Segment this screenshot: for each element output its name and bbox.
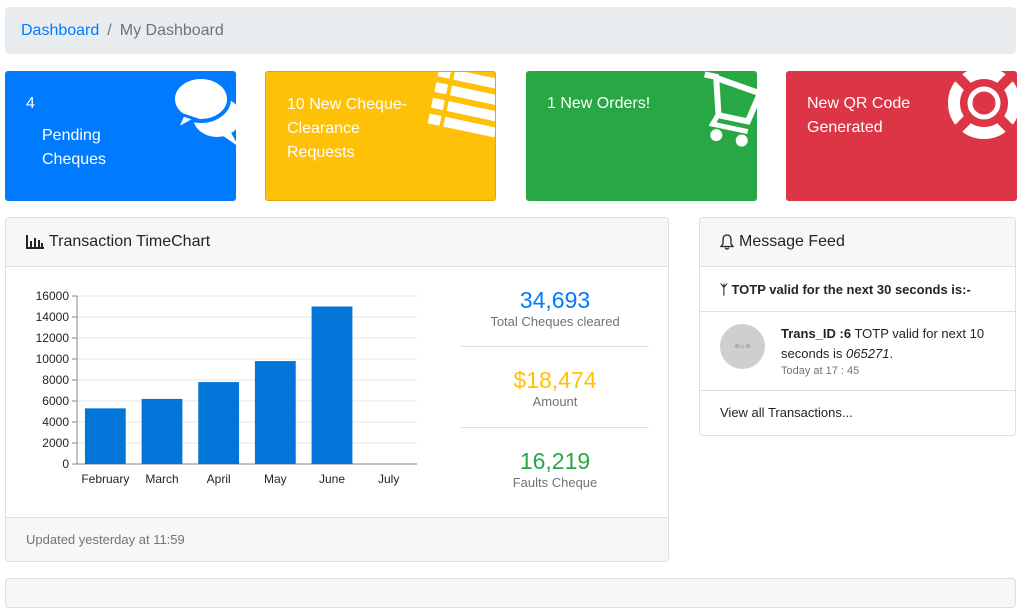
view-all-label: View all Transactions... [720, 405, 853, 420]
stat-label: Faults Cheque [512, 475, 598, 490]
card-label-line: Pending [42, 127, 101, 144]
stats-column: 34,693 Total Cheques cleared $18,474 Amo… [461, 267, 649, 508]
message-feed-panel: Message Feed ᛉ TOTP valid for the next 3… [699, 217, 1016, 436]
y-tick-label: 8000 [42, 373, 69, 387]
card-label-line: Clearance [287, 120, 360, 137]
card-label-line: New QR Code [807, 95, 911, 112]
card-text: 4 Pending Cheques [26, 92, 106, 172]
avatar: 45 x 45 [720, 324, 765, 369]
feed-item[interactable]: 45 x 45 Trans_ID :6 TOTP valid for next … [700, 312, 1015, 391]
avatar-placeholder-text: 45 x 45 [734, 343, 751, 350]
stat-label: Amount [532, 394, 578, 409]
bottom-panel [5, 578, 1016, 608]
bar-chart-icon [26, 235, 44, 249]
x-tick-label: June [319, 472, 345, 486]
feed-item-time: Today at 17 : 45 [781, 365, 860, 377]
breadcrumb-dashboard-link[interactable]: Dashboard [21, 22, 99, 40]
feed-subheader: ᛉ TOTP valid for the next 30 seconds is:… [700, 267, 1015, 312]
y-tick-label: 12000 [36, 331, 70, 345]
y-tick-label: 4000 [42, 415, 69, 429]
card-text: New QR Code Generated [807, 92, 910, 140]
y-tick-label: 6000 [42, 394, 69, 408]
card-label-line: Generated [807, 119, 883, 136]
y-tick-label: 10000 [36, 352, 70, 366]
bar-april[interactable] [198, 382, 240, 464]
comments-icon [171, 75, 236, 145]
life-ring-icon [948, 71, 1017, 139]
bar-june[interactable] [311, 306, 353, 465]
stat-block: 34,693 Total Cheques cleared [461, 267, 649, 347]
transaction-chart-panel: Transaction TimeChart 0 2000 4000 6000 8000 1… [5, 217, 669, 562]
bar-february[interactable] [84, 408, 126, 464]
x-tick-label: April [207, 472, 231, 486]
x-tick-label: July [378, 472, 399, 486]
bar-march[interactable] [141, 398, 183, 464]
transaction-bar-chart: 0 2000 4000 6000 8000 10000 12000 14000 16000 Fe… [36, 289, 417, 486]
y-tick-label: 14000 [36, 310, 70, 324]
card-new-orders[interactable]: 1 New Orders! [526, 71, 757, 201]
bell-icon [720, 234, 734, 250]
card-label-line: 1 New Orders! [547, 95, 651, 112]
card-text: 10 New Cheque- Clearance Requests [287, 93, 407, 165]
feed-item-sender: Trans_ID :6 [781, 326, 852, 341]
y-tick-label: 2000 [42, 436, 69, 450]
card-label-line: Cheques [42, 151, 107, 168]
footer-updated-text: Updated yesterday at 11:59 [26, 532, 185, 547]
x-tick-label: May [264, 472, 287, 486]
panel-header: Message Feed [700, 218, 1015, 267]
stat-value: 16,219 [519, 448, 591, 474]
y-tick-label: 16000 [36, 289, 70, 303]
code-fork-icon: ᛉ [720, 282, 728, 297]
stat-block: $18,474 Amount [461, 347, 649, 428]
breadcrumb: Dashboard / My Dashboard [5, 7, 1016, 54]
panel-footer: Updated yesterday at 11:59 [6, 517, 668, 561]
panel-title: Message Feed [739, 233, 845, 250]
card-count: 4 [26, 95, 35, 112]
stat-label: Total Cheques cleared [490, 314, 620, 329]
breadcrumb-current: My Dashboard [119, 21, 224, 39]
stat-block: 16,219 Faults Cheque [461, 428, 649, 508]
feed-item-body: Trans_ID :6 TOTP valid for next 10 secon… [781, 324, 1001, 379]
card-pending-cheques[interactable]: 4 Pending Cheques [5, 71, 236, 201]
stat-value: 34,693 [519, 287, 591, 313]
feed-item-end: . [889, 346, 894, 361]
y-tick-label: 0 [62, 457, 69, 471]
feed-item-code: 065271 [846, 346, 890, 361]
panel-title: Transaction TimeChart [49, 233, 211, 250]
bar-may[interactable] [254, 361, 296, 464]
shopping-cart-icon [704, 71, 757, 147]
panel-header: Transaction TimeChart [6, 218, 668, 267]
x-tick-label: February [81, 472, 129, 486]
card-cheque-clearance[interactable]: 10 New Cheque- Clearance Requests [265, 71, 496, 201]
feed-subheader-text: TOTP valid for the next 30 seconds is:- [731, 282, 971, 297]
breadcrumb-separator: / [107, 21, 112, 39]
card-label-line: Requests [287, 144, 355, 161]
stat-value: $18,474 [513, 367, 597, 393]
card-text: 1 New Orders! [547, 92, 650, 116]
x-tick-label: March [145, 472, 178, 486]
list-icon [427, 72, 495, 138]
card-qr-code[interactable]: New QR Code Generated [786, 71, 1017, 201]
view-all-transactions-link[interactable]: View all Transactions... [700, 391, 1015, 434]
card-label-line: 10 New Cheque- [287, 96, 408, 113]
